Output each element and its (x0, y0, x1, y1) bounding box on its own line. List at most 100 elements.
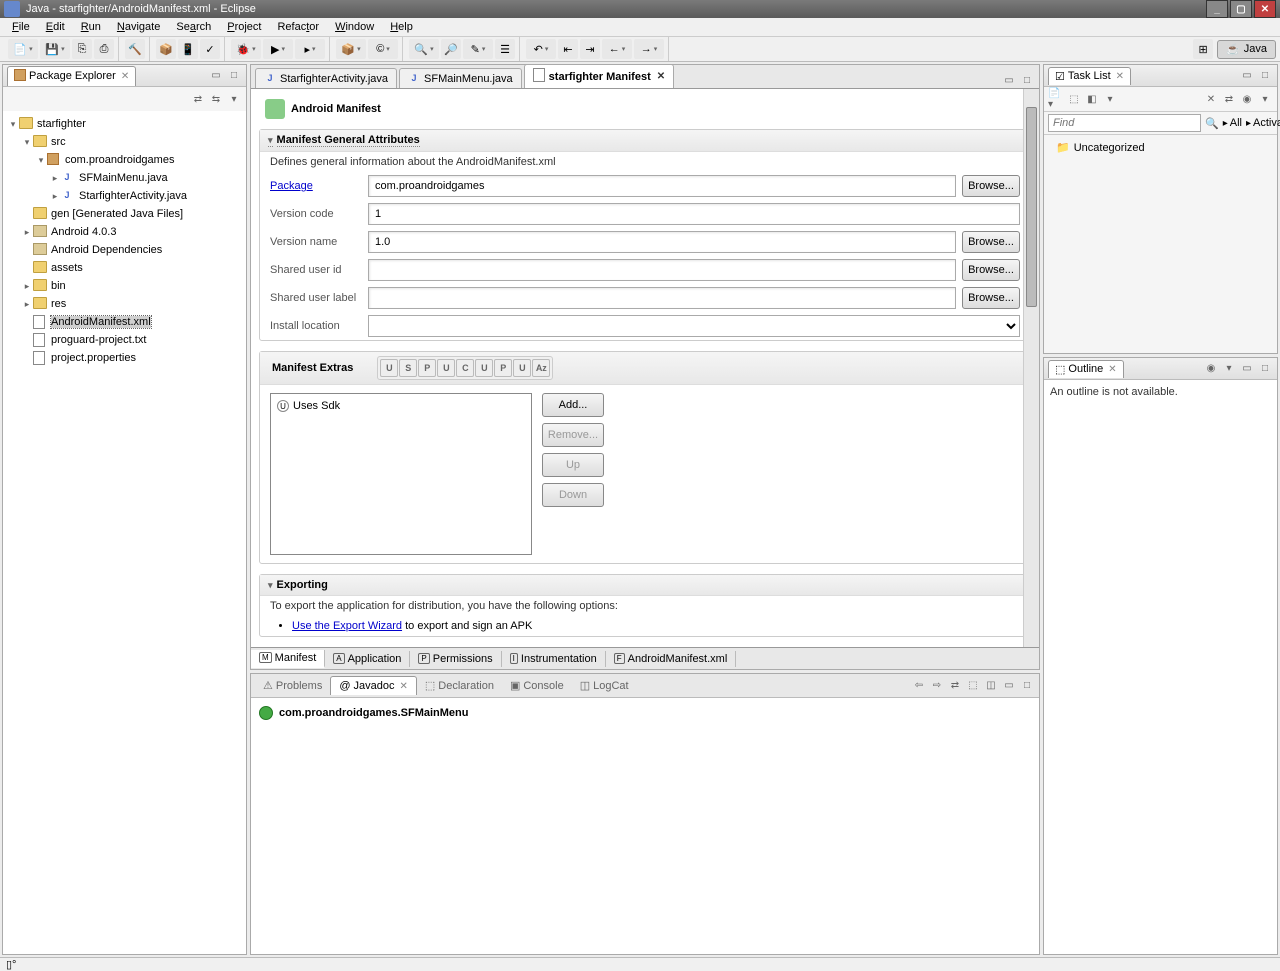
task-category[interactable]: 📁Uncategorized (1048, 139, 1273, 156)
maximize-view-button[interactable]: □ (1019, 678, 1035, 694)
collapse-all-button[interactable]: ⇄ (190, 91, 206, 107)
extras-c-button[interactable]: C (456, 359, 474, 377)
outline-tab[interactable]: ⬚ Outline ✕ (1048, 360, 1124, 378)
tab-logcat[interactable]: ◫LogCat (572, 676, 637, 695)
link-editor-button[interactable]: ⇆ (208, 91, 224, 107)
java-perspective-button[interactable]: ☕ Java (1217, 40, 1276, 59)
btab-xml[interactable]: FAndroidManifest.xml (606, 651, 737, 667)
vertical-scrollbar[interactable] (1023, 89, 1039, 647)
extras-p2-button[interactable]: P (494, 359, 512, 377)
open-type-button[interactable]: 🔍 (409, 39, 439, 59)
exporting-header[interactable]: ▾Exporting (260, 575, 1030, 596)
nav-back-icon[interactable]: ⇦ (911, 678, 927, 694)
menu-help[interactable]: Help (382, 18, 421, 36)
extras-u2-button[interactable]: U (437, 359, 455, 377)
package-label[interactable]: Package (270, 180, 362, 192)
btab-permissions[interactable]: PPermissions (410, 651, 501, 667)
close-icon[interactable]: ✕ (400, 681, 408, 692)
search-icon[interactable]: 🔍 (1205, 117, 1219, 130)
btab-manifest[interactable]: MManifest (251, 650, 325, 668)
shared-user-label-input[interactable] (368, 287, 956, 309)
maximize-view-button[interactable]: □ (226, 68, 242, 84)
minimize-view-button[interactable]: ▭ (1239, 361, 1255, 377)
version-name-input[interactable] (368, 231, 956, 253)
task-tree[interactable]: 📁Uncategorized (1044, 135, 1277, 160)
install-location-select[interactable] (368, 315, 1020, 337)
lint-button[interactable]: ✓ (200, 39, 220, 59)
run-last-button[interactable]: ▸ (295, 39, 325, 59)
run-button[interactable]: ▶ (263, 39, 293, 59)
filter-button[interactable]: ✕ (1203, 91, 1219, 107)
new-package-button[interactable]: 📦 (336, 39, 366, 59)
menu-button[interactable]: ▾ (1221, 361, 1237, 377)
collapse-button[interactable]: ⇄ (1221, 91, 1237, 107)
nav-forward-icon[interactable]: ⇨ (929, 678, 945, 694)
open-perspective-button[interactable]: ⊞ (1193, 39, 1213, 59)
maximize-view-button[interactable]: □ (1257, 68, 1273, 84)
print-button[interactable]: ⎙ (94, 39, 114, 59)
extras-s-button[interactable]: S (399, 359, 417, 377)
menu-edit[interactable]: Edit (38, 18, 73, 36)
menu-navigate[interactable]: Navigate (109, 18, 168, 36)
save-button[interactable]: 💾 (40, 39, 70, 59)
menu-project[interactable]: Project (219, 18, 269, 36)
extras-u3-button[interactable]: U (475, 359, 493, 377)
up-button[interactable]: Up (542, 453, 604, 477)
minimize-view-button[interactable]: ▭ (1001, 678, 1017, 694)
minimize-button[interactable]: _ (1206, 0, 1228, 18)
package-tree[interactable]: ▾starfighter ▾src ▾com.proandroidgames ▸… (3, 111, 246, 954)
tab-console[interactable]: ▣Console (502, 676, 572, 695)
close-icon[interactable]: ✕ (1116, 71, 1124, 82)
minimize-view-button[interactable]: ▭ (208, 68, 224, 84)
avd-button[interactable]: 📱 (178, 39, 198, 59)
maximize-button[interactable]: ▢ (1230, 0, 1252, 18)
browse-userlabel-button[interactable]: Browse... (962, 287, 1020, 309)
android-sdk-button[interactable]: 📦 (156, 39, 176, 59)
open-button[interactable]: ⬚ (965, 678, 981, 694)
menu-search[interactable]: Search (168, 18, 219, 36)
back-button[interactable]: ← (602, 39, 632, 59)
remove-button[interactable]: Remove... (542, 423, 604, 447)
focus-button[interactable]: ◉ (1239, 91, 1255, 107)
debug-button[interactable]: 🐞 (231, 39, 261, 59)
extras-p-button[interactable]: P (418, 359, 436, 377)
link-button[interactable]: ⇄ (947, 678, 963, 694)
search-button[interactable]: 🔎 (441, 39, 461, 59)
tab-problems[interactable]: ⚠Problems (255, 676, 330, 695)
btab-instrumentation[interactable]: IInstrumentation (502, 651, 606, 667)
maximize-editor-button[interactable]: □ (1019, 72, 1035, 88)
new-task-button[interactable]: 📄▾ (1048, 91, 1064, 107)
tab-declaration[interactable]: ⬚Declaration (417, 676, 502, 695)
tab-starfighter-activity[interactable]: StarfighterActivity.java (255, 68, 397, 88)
focus-button[interactable]: ◉ (1203, 361, 1219, 377)
menu-run[interactable]: Run (73, 18, 109, 36)
list-item[interactable]: UUses Sdk (277, 400, 525, 412)
forward-button[interactable]: → (634, 39, 664, 59)
annotate-button[interactable]: ✎ (463, 39, 493, 59)
package-explorer-tab[interactable]: Package Explorer ✕ (7, 66, 136, 86)
selected-file[interactable]: AndroidManifest.xml (51, 316, 151, 328)
find-input[interactable] (1048, 114, 1201, 132)
minimize-view-button[interactable]: ▭ (1239, 68, 1255, 84)
minimize-editor-button[interactable]: ▭ (1001, 72, 1017, 88)
tab-javadoc[interactable]: @Javadoc✕ (330, 676, 417, 695)
version-code-input[interactable] (368, 203, 1020, 225)
browse-package-button[interactable]: Browse... (962, 175, 1020, 197)
unscheduled-button[interactable]: ◧ (1084, 91, 1100, 107)
browse-userid-button[interactable]: Browse... (962, 259, 1020, 281)
new-button[interactable]: 📄 (8, 39, 38, 59)
task-list-tab[interactable]: ☑ Task List ✕ (1048, 67, 1131, 85)
maximize-view-button[interactable]: □ (1257, 361, 1273, 377)
new-window-button[interactable]: ◫ (983, 678, 999, 694)
all-filter[interactable]: ▸ All (1223, 117, 1242, 129)
general-attributes-header[interactable]: ▾Manifest General Attributes (260, 130, 1030, 152)
manifest-extras-header[interactable]: Manifest Extras U S P U C U P U Az (260, 352, 1030, 385)
close-icon[interactable]: ✕ (121, 71, 129, 82)
menu-file[interactable]: File (4, 18, 38, 36)
nav-down-button[interactable]: ⇥ (580, 39, 600, 59)
tab-sfmainmenu[interactable]: SFMainMenu.java (399, 68, 522, 88)
export-wizard-link[interactable]: Use the Export Wizard (292, 620, 402, 632)
extras-list[interactable]: UUses Sdk (270, 393, 532, 555)
add-button[interactable]: Add... (542, 393, 604, 417)
extras-u-button[interactable]: U (380, 359, 398, 377)
